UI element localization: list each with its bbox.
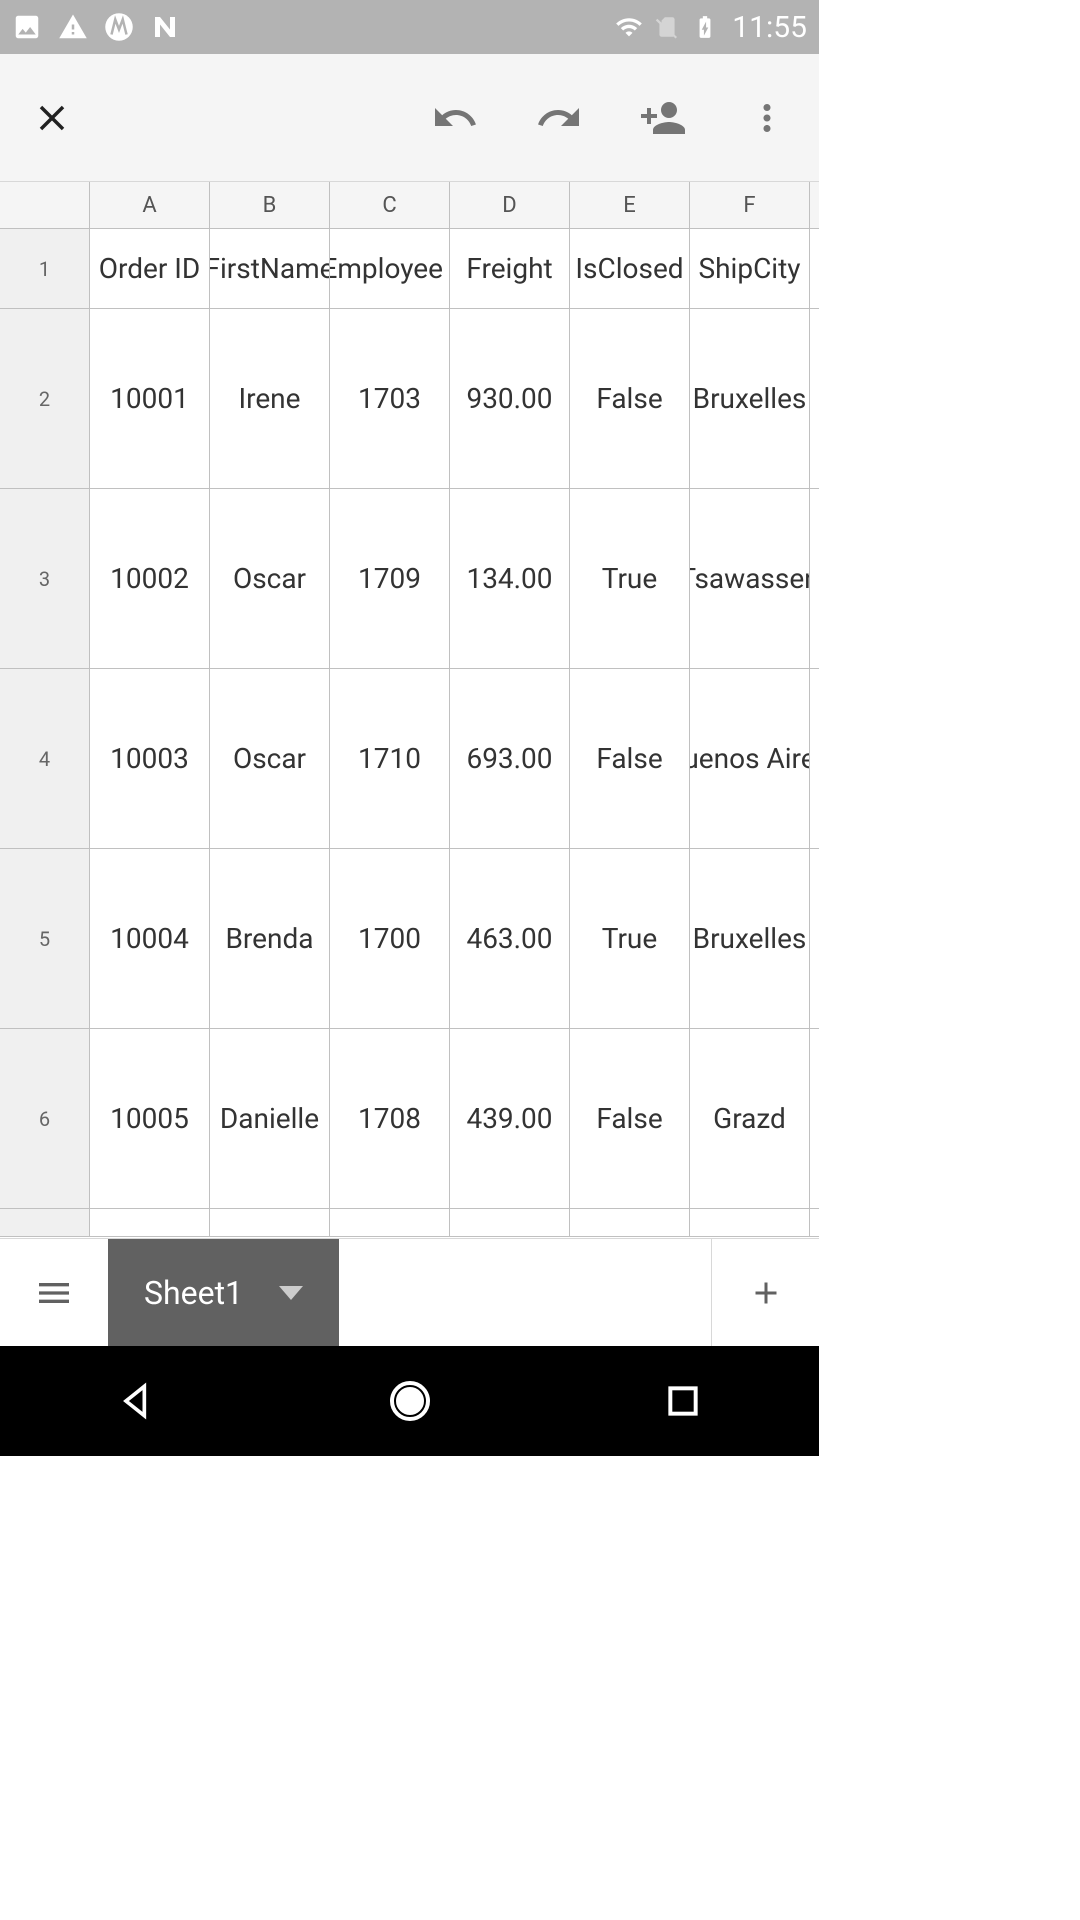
cell-d4[interactable]: 693.00 bbox=[450, 669, 570, 848]
cell-b1[interactable]: FirstName bbox=[210, 229, 330, 308]
col-header-d[interactable]: D bbox=[450, 182, 570, 228]
sheets-menu-button[interactable] bbox=[0, 1239, 108, 1346]
cell-d3[interactable]: 134.00 bbox=[450, 489, 570, 668]
cell-c6[interactable]: 1708 bbox=[330, 1029, 450, 1208]
table-row: 4 10003 Oscar 1710 693.00 False uenos Ai… bbox=[0, 669, 819, 849]
cell-b4[interactable]: Oscar bbox=[210, 669, 330, 848]
sheet-tab-label: Sheet1 bbox=[144, 1274, 243, 1312]
cell-e5[interactable]: True bbox=[570, 849, 690, 1028]
cell-e1[interactable]: IsClosed bbox=[570, 229, 690, 308]
table-row: 5 10004 Brenda 1700 463.00 True Bruxelle… bbox=[0, 849, 819, 1029]
cell-c4[interactable]: 1710 bbox=[330, 669, 450, 848]
cell-b5[interactable]: Brenda bbox=[210, 849, 330, 1028]
cell-c5[interactable]: 1700 bbox=[330, 849, 450, 1028]
row-header-6[interactable]: 6 bbox=[0, 1029, 90, 1208]
spreadsheet[interactable]: A B C D E F 1 Order ID FirstName Employe… bbox=[0, 182, 819, 1238]
cell-c7[interactable] bbox=[330, 1209, 450, 1236]
status-bar: 11:55 bbox=[0, 0, 819, 54]
cell-b2[interactable]: Irene bbox=[210, 309, 330, 488]
col-header-a[interactable]: A bbox=[90, 182, 210, 228]
row-header-2[interactable]: 2 bbox=[0, 309, 90, 488]
sheet-tabs: Sheet1 bbox=[0, 1238, 819, 1346]
cell-e7[interactable] bbox=[570, 1209, 690, 1236]
redo-button[interactable] bbox=[535, 94, 583, 142]
wifi-icon bbox=[614, 12, 644, 42]
cell-a1[interactable]: Order ID bbox=[90, 229, 210, 308]
home-button[interactable] bbox=[380, 1371, 440, 1431]
cell-f6[interactable]: Grazd bbox=[690, 1029, 810, 1208]
cell-d7[interactable] bbox=[450, 1209, 570, 1236]
table-row: 1 Order ID FirstName Employee I Freight … bbox=[0, 229, 819, 309]
cell-c3[interactable]: 1709 bbox=[330, 489, 450, 668]
table-row bbox=[0, 1209, 819, 1237]
cell-a4[interactable]: 10003 bbox=[90, 669, 210, 848]
chevron-down-icon bbox=[279, 1286, 303, 1300]
corner-cell[interactable] bbox=[0, 182, 90, 228]
status-time: 11:55 bbox=[732, 10, 807, 45]
more-button[interactable] bbox=[743, 94, 791, 142]
photo-icon bbox=[12, 12, 42, 42]
col-header-b[interactable]: B bbox=[210, 182, 330, 228]
cell-a2[interactable]: 10001 bbox=[90, 309, 210, 488]
add-sheet-button[interactable] bbox=[711, 1239, 819, 1346]
no-sim-icon bbox=[652, 12, 682, 42]
col-header-f[interactable]: F bbox=[690, 182, 810, 228]
toolbar bbox=[0, 54, 819, 182]
undo-button[interactable] bbox=[431, 94, 479, 142]
cell-f7[interactable] bbox=[690, 1209, 810, 1236]
close-button[interactable] bbox=[28, 94, 76, 142]
cell-b6[interactable]: Danielle bbox=[210, 1029, 330, 1208]
cell-e4[interactable]: False bbox=[570, 669, 690, 848]
row-header-7[interactable] bbox=[0, 1209, 90, 1236]
cell-a5[interactable]: 10004 bbox=[90, 849, 210, 1028]
cell-b3[interactable]: Oscar bbox=[210, 489, 330, 668]
table-row: 6 10005 Danielle 1708 439.00 False Grazd bbox=[0, 1029, 819, 1209]
add-person-button[interactable] bbox=[639, 94, 687, 142]
col-header-c[interactable]: C bbox=[330, 182, 450, 228]
cell-f3[interactable]: Tsawassen bbox=[690, 489, 810, 668]
battery-charging-icon bbox=[690, 12, 720, 42]
col-header-e[interactable]: E bbox=[570, 182, 690, 228]
cell-f1[interactable]: ShipCity bbox=[690, 229, 810, 308]
cell-f4[interactable]: uenos Aire bbox=[690, 669, 810, 848]
table-row: 2 10001 Irene 1703 930.00 False Bruxelle… bbox=[0, 309, 819, 489]
cell-c1[interactable]: Employee I bbox=[330, 229, 450, 308]
motorola-icon bbox=[104, 12, 134, 42]
cell-d1[interactable]: Freight bbox=[450, 229, 570, 308]
nav-bar bbox=[0, 1346, 819, 1456]
cell-a6[interactable]: 10005 bbox=[90, 1029, 210, 1208]
cell-b7[interactable] bbox=[210, 1209, 330, 1236]
n-icon bbox=[150, 12, 180, 42]
row-header-3[interactable]: 3 bbox=[0, 489, 90, 668]
row-header-1[interactable]: 1 bbox=[0, 229, 90, 308]
cell-d5[interactable]: 463.00 bbox=[450, 849, 570, 1028]
recent-button[interactable] bbox=[653, 1371, 713, 1431]
table-row: 3 10002 Oscar 1709 134.00 True Tsawassen bbox=[0, 489, 819, 669]
cell-e3[interactable]: True bbox=[570, 489, 690, 668]
cell-a7[interactable] bbox=[90, 1209, 210, 1236]
cell-a3[interactable]: 10002 bbox=[90, 489, 210, 668]
cell-f2[interactable]: Bruxelles bbox=[690, 309, 810, 488]
cell-d6[interactable]: 439.00 bbox=[450, 1029, 570, 1208]
cell-d2[interactable]: 930.00 bbox=[450, 309, 570, 488]
warning-icon bbox=[58, 12, 88, 42]
sheet-tab-active[interactable]: Sheet1 bbox=[108, 1239, 339, 1346]
row-header-4[interactable]: 4 bbox=[0, 669, 90, 848]
cell-c2[interactable]: 1703 bbox=[330, 309, 450, 488]
back-button[interactable] bbox=[107, 1371, 167, 1431]
cell-f5[interactable]: Bruxelles bbox=[690, 849, 810, 1028]
cell-e2[interactable]: False bbox=[570, 309, 690, 488]
row-header-5[interactable]: 5 bbox=[0, 849, 90, 1028]
cell-e6[interactable]: False bbox=[570, 1029, 690, 1208]
